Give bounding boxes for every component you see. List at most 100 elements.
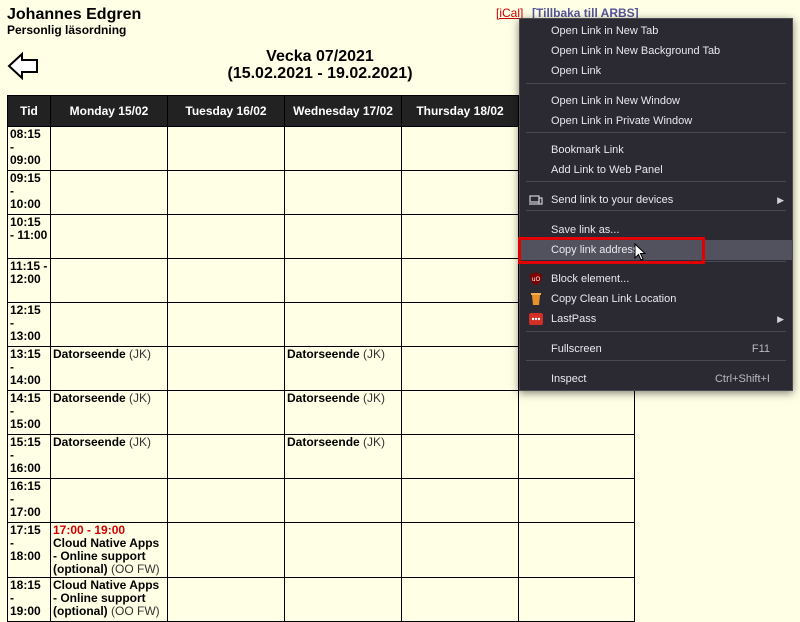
menu-item-label: Open Link in New Tab — [551, 25, 659, 37]
menu-item-open-link[interactable]: Open Link — [520, 61, 792, 81]
menu-item-lastpass[interactable]: LastPass ▶ — [520, 309, 792, 329]
clean-link-icon — [531, 293, 541, 305]
menu-separator — [526, 83, 786, 84]
menu-item-send-to-devices[interactable]: Send link to your devices ▶ — [520, 190, 792, 210]
menu-item-open-new-tab[interactable]: Open Link in New Tab — [520, 21, 792, 41]
schedule-cell — [284, 214, 402, 259]
menu-item-label: Block element... — [551, 273, 630, 285]
time-slot: 14:15 - 15:00 — [7, 390, 51, 435]
time-slot: 12:15 - 13:00 — [7, 302, 51, 347]
time-slot: 09:15 - 10:00 — [7, 170, 51, 215]
menu-separator — [526, 181, 786, 182]
table-row: 14:15 - 15:00 Datorseende (JK) Datorseende… — [7, 390, 635, 435]
schedule-cell — [518, 434, 635, 479]
time-slot: 11:15 - 12:00 — [7, 258, 51, 303]
menu-item-copy-clean-link[interactable]: Copy Clean Link Location — [520, 289, 792, 309]
menu-separator — [526, 360, 786, 361]
table-row: 17:15 - 18:00 17:00 - 19:00 Cloud Native A… — [7, 522, 635, 578]
menu-item-fullscreen[interactable]: Fullscreen F11 — [520, 339, 792, 359]
schedule-cell — [50, 258, 168, 303]
submenu-arrow-icon: ▶ — [777, 195, 784, 205]
submenu-arrow-icon: ▶ — [777, 314, 784, 324]
menu-item-open-new-window[interactable]: Open Link in New Window — [520, 91, 792, 111]
schedule-cell — [518, 390, 635, 435]
menu-item-label: Add Link to Web Panel — [551, 164, 663, 176]
col-header-wednesday: Wednesday 17/02 — [284, 95, 402, 127]
schedule-cell — [518, 478, 635, 523]
schedule-cell — [50, 214, 168, 259]
menu-item-add-web-panel[interactable]: Add Link to Web Panel — [520, 160, 792, 180]
schedule-cell — [401, 258, 519, 303]
time-slot: 17:15 - 18:00 — [7, 522, 51, 578]
schedule-cell — [284, 170, 402, 215]
schedule-cell — [167, 302, 285, 347]
event-teacher: (OO FW) — [111, 604, 160, 618]
schedule-cell — [401, 170, 519, 215]
time-slot: 15:15 - 16:00 — [7, 434, 51, 479]
event-name[interactable]: Datorseende — [53, 347, 126, 361]
menu-item-shortcut: F11 — [751, 343, 770, 355]
schedule-cell — [167, 522, 285, 578]
schedule-cell — [167, 346, 285, 391]
menu-item-label: Bookmark Link — [551, 144, 624, 156]
schedule-cell — [284, 522, 402, 578]
event-name[interactable]: Datorseende — [287, 391, 360, 405]
menu-item-label: Send link to your devices — [551, 194, 674, 206]
schedule-cell — [401, 390, 519, 435]
context-menu: Open Link in New Tab Open Link in New Bac… — [519, 18, 793, 391]
event-teacher: (OO FW) — [111, 562, 160, 576]
menu-item-block-element[interactable]: uO Block element... — [520, 269, 792, 289]
menu-separator — [526, 132, 786, 133]
menu-item-label: Open Link in Private Window — [551, 115, 693, 127]
time-slot: 10:15 - 11:00 — [7, 214, 51, 259]
event-teacher: (JK) — [129, 391, 152, 405]
menu-item-inspect[interactable]: Inspect Ctrl+Shift+I — [520, 369, 792, 389]
schedule-cell — [50, 478, 168, 523]
menu-item-shortcut: Ctrl+Shift+I — [714, 373, 770, 385]
devices-icon — [529, 195, 543, 205]
schedule-cell: Datorseende (JK) — [284, 390, 402, 435]
schedule-cell — [401, 522, 519, 578]
schedule-cell — [284, 302, 402, 347]
schedule-cell: Datorseende (JK) — [50, 434, 168, 479]
event-teacher: (JK) — [363, 347, 386, 361]
schedule-cell: Datorseende (JK) — [50, 390, 168, 435]
time-slot: 13:15 - 14:00 — [7, 346, 51, 391]
col-header-thursday: Thursday 18/02 — [401, 95, 519, 127]
schedule-cell — [401, 214, 519, 259]
time-slot: 16:15 - 17:00 — [7, 478, 51, 523]
col-header-tuesday: Tuesday 16/02 — [167, 95, 285, 127]
menu-item-label: Open Link in New Background Tab — [551, 45, 721, 57]
menu-separator — [526, 331, 786, 332]
menu-item-bookmark-link[interactable]: Bookmark Link — [520, 140, 792, 160]
schedule-cell — [167, 390, 285, 435]
schedule-cell — [401, 302, 519, 347]
schedule-cell: 17:00 - 19:00 Cloud Native Apps - Online … — [50, 522, 168, 578]
menu-item-label: Inspect — [551, 373, 587, 385]
col-header-time: Tid — [7, 95, 51, 127]
page-subtitle: Personlig läsordning — [7, 23, 127, 37]
menu-separator — [526, 210, 786, 211]
menu-item-open-private-window[interactable]: Open Link in Private Window — [520, 111, 792, 131]
schedule-cell — [401, 126, 519, 171]
event-teacher: (JK) — [363, 435, 386, 449]
schedule-cell — [401, 478, 519, 523]
menu-item-open-background-tab[interactable]: Open Link in New Background Tab — [520, 41, 792, 61]
user-name: Johannes Edgren — [7, 6, 142, 23]
schedule-cell: Datorseende (JK) — [284, 434, 402, 479]
event-name[interactable]: Datorseende — [53, 435, 126, 449]
schedule-cell — [50, 170, 168, 215]
schedule-cell — [167, 214, 285, 259]
mouse-cursor-icon — [634, 243, 646, 261]
schedule-cell — [50, 302, 168, 347]
schedule-cell — [284, 478, 402, 523]
event-name[interactable]: Datorseende — [53, 391, 126, 405]
ublock-icon: uO — [530, 272, 542, 286]
svg-text:uO: uO — [532, 276, 541, 283]
menu-item-label: Open Link in New Window — [551, 95, 681, 107]
event-name[interactable]: Datorseende — [287, 435, 360, 449]
menu-item-label: Open Link — [551, 65, 602, 77]
schedule-cell — [518, 522, 635, 578]
time-slot: 08:15 - 09:00 — [7, 126, 51, 171]
event-name[interactable]: Datorseende — [287, 347, 360, 361]
